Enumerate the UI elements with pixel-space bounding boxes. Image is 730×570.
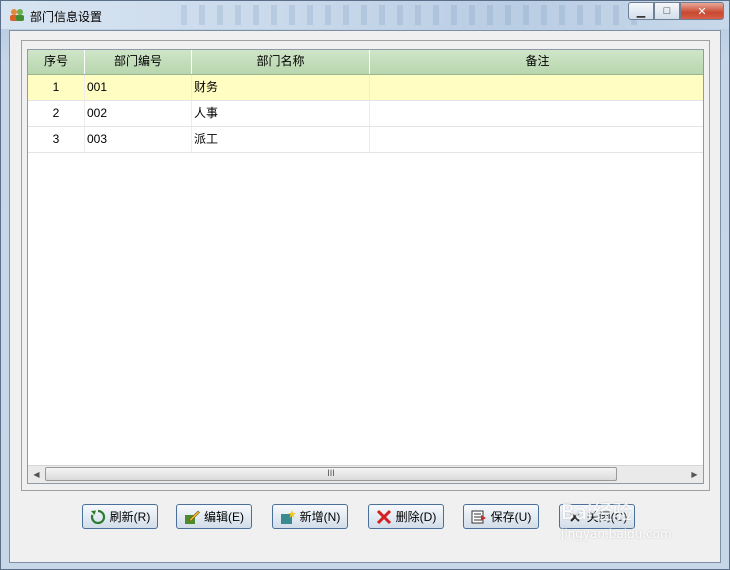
edit-button[interactable]: 编辑(E) [176, 504, 252, 529]
add-button[interactable]: 新增(N) [272, 504, 348, 529]
cell-note[interactable] [370, 127, 703, 152]
watermark: Bai经验 jingyan.baidu.com [561, 496, 672, 541]
minimize-button[interactable]: ▁ [628, 2, 654, 20]
cell-name[interactable]: 财务 [192, 75, 370, 100]
cell-name[interactable]: 派工 [192, 127, 370, 152]
window-controls: ▁ □ ✕ [628, 2, 724, 20]
cell-no[interactable]: 3 [28, 127, 85, 152]
cell-note[interactable] [370, 75, 703, 100]
add-icon [280, 509, 296, 524]
close-icon: ✕ [697, 5, 707, 18]
title-decoration [181, 5, 641, 25]
col-header-no[interactable]: 序号 [28, 50, 85, 74]
cell-code[interactable]: 003 [85, 127, 192, 152]
save-button[interactable]: 保存(U) [463, 504, 539, 529]
watermark-brand: Bai经验 [561, 500, 633, 524]
refresh-label: 刷新(R) [109, 510, 151, 524]
cell-no[interactable]: 2 [28, 101, 85, 126]
horizontal-scrollbar[interactable]: ◀ III ▶ [28, 465, 703, 483]
minimize-icon: ▁ [636, 5, 646, 18]
cell-name[interactable]: 人事 [192, 101, 370, 126]
scroll-thumb[interactable]: III [45, 467, 617, 481]
cell-no[interactable]: 1 [28, 75, 85, 100]
grid-panel: 序号 部门编号 部门名称 备注 1 001 财务 2 002 人事 3 003 … [21, 40, 710, 491]
maximize-icon: □ [663, 5, 671, 17]
scroll-left-icon[interactable]: ◀ [28, 466, 45, 483]
delete-icon [376, 509, 391, 524]
cell-note[interactable] [370, 101, 703, 126]
main-window: 部门信息设置 ▁ □ ✕ 序号 部门编号 部门名称 备注 1 001 财务 2 … [0, 0, 730, 570]
table-row[interactable]: 1 001 财务 [28, 75, 703, 101]
maximize-button[interactable]: □ [654, 2, 680, 20]
col-header-name[interactable]: 部门名称 [192, 50, 370, 74]
refresh-icon [90, 509, 105, 524]
add-label: 新增(N) [299, 510, 341, 524]
delete-button[interactable]: 删除(D) [368, 504, 444, 529]
edit-label: 编辑(E) [204, 510, 244, 524]
save-icon [471, 510, 486, 523]
col-header-code[interactable]: 部门编号 [85, 50, 192, 74]
save-label: 保存(U) [490, 510, 532, 524]
watermark-site: jingyan.baidu.com [561, 527, 672, 541]
col-header-note[interactable]: 备注 [370, 50, 703, 74]
close-window-button[interactable]: ✕ [680, 2, 724, 20]
client-area: 序号 部门编号 部门名称 备注 1 001 财务 2 002 人事 3 003 … [9, 30, 721, 563]
scroll-right-icon[interactable]: ▶ [686, 466, 703, 483]
table-row[interactable]: 3 003 派工 [28, 127, 703, 153]
delete-label: 删除(D) [395, 510, 437, 524]
title-bar[interactable]: 部门信息设置 ▁ □ ✕ [1, 1, 729, 29]
department-grid[interactable]: 序号 部门编号 部门名称 备注 1 001 财务 2 002 人事 3 003 … [27, 49, 704, 484]
refresh-button[interactable]: 刷新(R) [82, 504, 158, 529]
table-row[interactable]: 2 002 人事 [28, 101, 703, 127]
grid-header: 序号 部门编号 部门名称 备注 [28, 50, 703, 75]
cell-code[interactable]: 002 [85, 101, 192, 126]
edit-icon [185, 510, 200, 524]
cell-code[interactable]: 001 [85, 75, 192, 100]
window-title: 部门信息设置 [30, 10, 103, 24]
users-icon [10, 9, 24, 21]
